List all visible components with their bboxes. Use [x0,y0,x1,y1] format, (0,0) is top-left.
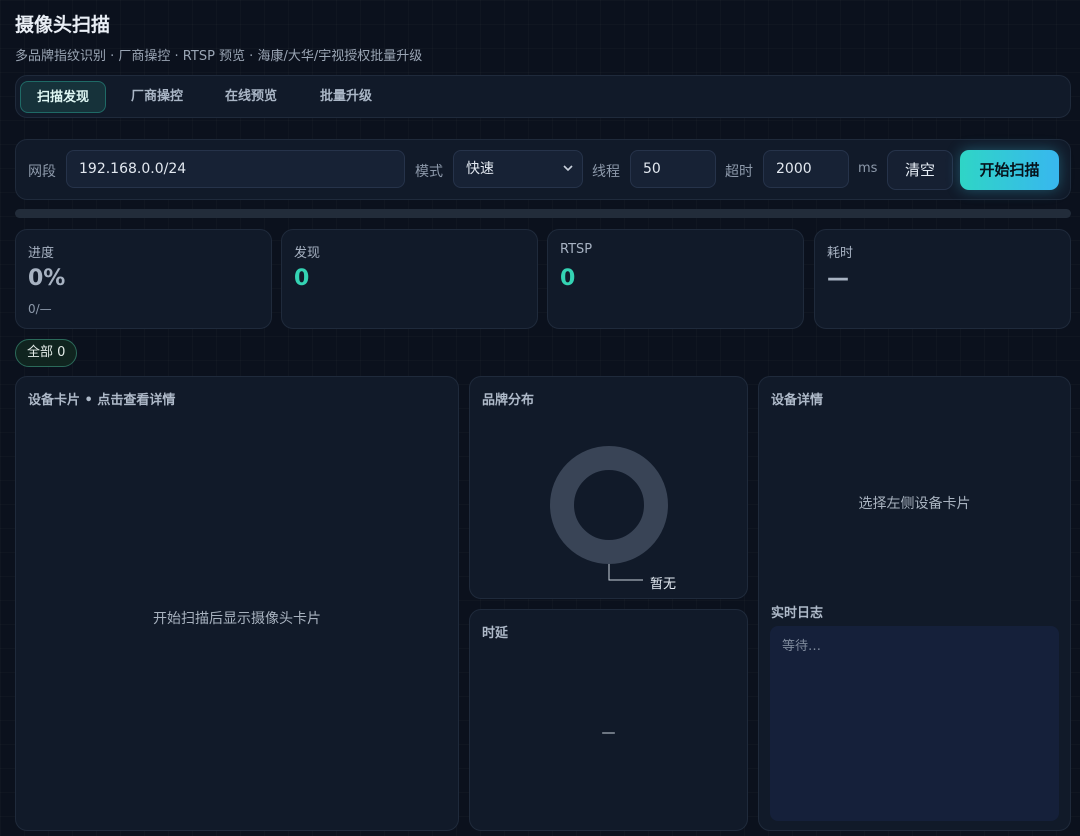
live-log-title: 实时日志 [771,606,824,621]
device-cards-empty: 开始扫描后显示摄像头卡片 [153,611,321,627]
latency-empty: — [601,725,616,741]
tab-scan-discover[interactable]: 扫描发现 [20,81,107,113]
timeout-label: 超时 [725,164,753,180]
stat-elapsed-label: 耗时 [827,246,854,261]
stat-rtsp: RTSP 0 [547,229,804,329]
latency-title: 时延 [482,626,509,641]
page-subtitle: 多品牌指纹识别 · 厂商操控 · RTSP 预览 · 海康/大华/宇视授权批量升… [15,49,423,64]
tab-vendor-control[interactable]: 厂商操控 [115,81,199,113]
stat-elapsed-value: — [827,266,849,291]
stat-progress-value: 0% [28,266,66,291]
stat-elapsed: 耗时 — [814,229,1071,329]
brand-donut-ring [550,446,668,564]
subnet-input[interactable]: 192.168.0.0/24 [66,150,405,188]
filter-chip-all[interactable]: 全部 0 [15,339,78,367]
threads-label: 线程 [592,164,620,180]
stat-found-label: 发现 [294,246,321,261]
stat-progress: 进度 0% 0/— [15,229,272,329]
live-log-placeholder: 等待… [782,639,822,654]
brand-donut-leader-line [608,564,643,581]
mode-select[interactable]: 快速 [453,150,583,188]
clear-button[interactable]: 清空 [887,150,953,190]
mode-select-value: 快速 [466,161,494,177]
stat-progress-label: 进度 [28,246,55,261]
device-cards-title: 设备卡片 • 点击查看详情 [28,393,176,408]
device-detail-empty: 选择左侧设备卡片 [858,496,971,512]
scan-toolbar: 网段 192.168.0.0/24 模式 快速 线程 50 超时 2000 ms… [15,139,1071,200]
tab-online-preview[interactable]: 在线预览 [209,81,293,113]
stat-rtsp-value: 0 [560,266,576,291]
brand-donut-empty-label: 暂无 [650,577,677,592]
timeout-input[interactable]: 2000 [763,150,849,188]
subnet-label: 网段 [28,164,56,180]
brand-distribution-panel: 品牌分布 暂无 [469,376,748,599]
stat-found: 发现 0 [281,229,538,329]
stat-found-value: 0 [294,266,310,291]
chevron-down-icon [562,151,574,201]
scan-progress-bar [15,209,1071,218]
timeout-unit: ms [858,161,878,176]
start-scan-button[interactable]: 开始扫描 [960,150,1059,190]
mode-label: 模式 [415,164,443,180]
device-detail-panel: 设备详情 选择左侧设备卡片 实时日志 等待… [758,376,1071,831]
page-title: 摄像头扫描 [15,14,111,36]
latency-panel: 时延 — [469,609,748,831]
stat-rtsp-label: RTSP [560,242,593,257]
device-detail-title: 设备详情 [771,393,824,408]
brand-donut-chart [550,446,668,581]
threads-input[interactable]: 50 [630,150,716,188]
tab-bar: 扫描发现 厂商操控 在线预览 批量升级 [15,75,1071,118]
live-log-box[interactable]: 等待… [770,626,1059,821]
device-cards-panel: 设备卡片 • 点击查看详情 开始扫描后显示摄像头卡片 [15,376,459,831]
tab-batch-upgrade[interactable]: 批量升级 [304,81,388,113]
stat-progress-count: 0/— [28,302,52,316]
